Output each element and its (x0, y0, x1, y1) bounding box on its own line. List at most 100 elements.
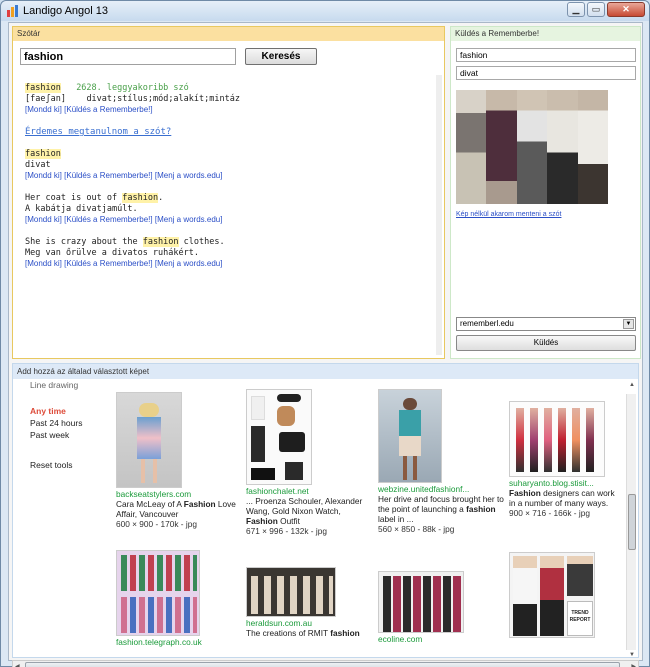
scroll-thumb[interactable] (25, 662, 620, 667)
remember-panel-title: Küldés a Rememberbe! (451, 27, 640, 41)
say-link[interactable]: [Mondd ki] (25, 215, 62, 224)
image-panel-title: Add hozzá az általad választott képet (13, 364, 638, 379)
result-thumbnail[interactable]: TREND REPORT (509, 552, 595, 638)
image-result[interactable]: heraldsun.com.au The creations of RMIT f… (246, 567, 371, 638)
say-link[interactable]: [Mondd ki] (25, 171, 62, 180)
reset-tools-link[interactable]: Reset tools (30, 460, 110, 472)
result-caption: The creations of RMIT (246, 628, 331, 638)
chevron-down-icon[interactable]: ▼ (623, 319, 634, 329)
send-remember-link[interactable]: [Küldés a Rememberbe!] (64, 171, 153, 180)
pair-word: fashion (25, 149, 61, 159)
image-result[interactable]: fashionchalet.net ... Proenza Schouler, … (246, 389, 371, 536)
result-thumbnail[interactable] (378, 389, 442, 483)
remember-word-field[interactable] (456, 48, 636, 62)
result-thumbnail[interactable] (509, 401, 605, 477)
result-thumbnail[interactable] (246, 389, 312, 485)
send-button[interactable]: Küldés (456, 335, 636, 351)
example-sentence: Her coat is out of (25, 193, 123, 203)
scroll-up-icon[interactable]: ▲ (629, 382, 635, 388)
result-caption-bold: Fashion (183, 499, 216, 509)
result-source[interactable]: ecoline.com (378, 634, 503, 644)
search-tools-sidebar: Line drawing Any time Past 24 hours Past… (30, 380, 110, 472)
result-caption-end: Outfit (277, 516, 300, 526)
example-sentence-end: clothes. (178, 237, 225, 247)
example-highlight: fashion (142, 237, 179, 247)
filter-past-24[interactable]: Past 24 hours (30, 418, 110, 430)
dictionary-scrollbar[interactable] (436, 75, 442, 355)
entry-phonetic: [faeʃan] (25, 94, 66, 104)
image-panel: Add hozzá az általad választott képet Li… (12, 363, 639, 658)
words-edu-link[interactable]: [Menj a words.edu] (155, 215, 223, 224)
say-link[interactable]: [Mondd ki] (25, 259, 62, 268)
target-select[interactable]: rememberl.edu ▼ (456, 317, 636, 331)
entry-word: fashion (25, 83, 61, 93)
example-translation: Meg van őrülve a divatos ruhákért. (25, 248, 199, 258)
remember-panel: Küldés a Rememberbe! Kép nélkül akarom m… (450, 26, 641, 359)
entry-meanings: divat;stílus;mód;alakít;mintáz (86, 94, 240, 104)
result-thumbnail[interactable] (116, 550, 200, 636)
result-thumbnail[interactable] (378, 571, 464, 633)
dictionary-panel-title: Szótár (13, 27, 444, 41)
send-remember-link[interactable]: [Küldés a Rememberbe!] (64, 215, 153, 224)
image-result[interactable]: fashion.telegraph.co.uk (116, 550, 241, 647)
result-source[interactable]: fashion.telegraph.co.uk (116, 637, 241, 647)
search-input[interactable] (20, 48, 236, 65)
filter-any-time[interactable]: Any time (30, 406, 110, 418)
result-caption-end: label in ... (378, 514, 414, 524)
words-edu-link[interactable]: [Menj a words.edu] (155, 259, 223, 268)
result-source[interactable]: backseatstylers.com (116, 489, 241, 499)
result-source[interactable]: suharyanto.blog.stisit... (509, 478, 623, 488)
result-meta: 560 × 850 - 88k - jpg (378, 524, 455, 534)
client-area: Szótár Keresés fashion 2628. leggyakorib… (8, 22, 643, 667)
app-logo-icon (7, 5, 19, 17)
scroll-down-icon[interactable]: ▼ (629, 652, 635, 657)
result-caption: ... Proenza Schouler, Alexander Wang, Go… (246, 496, 363, 516)
minimize-icon[interactable]: ▁ (567, 2, 585, 17)
scroll-left-icon[interactable]: ◀ (15, 663, 20, 667)
pair-meaning: divat (25, 160, 51, 170)
filter-line-drawing[interactable]: Line drawing (30, 380, 110, 392)
send-remember-link[interactable]: [Küldés a Rememberbe!] (64, 105, 153, 114)
image-result[interactable]: backseatstylers.com Cara McLeay of A Fas… (116, 392, 241, 529)
result-caption-bold: Fashion (509, 488, 541, 498)
maximize-icon[interactable]: ▭ (587, 2, 605, 17)
result-meta: 900 × 716 - 166k - jpg (509, 508, 590, 518)
result-source[interactable]: webzine.unitedfashionf... (378, 484, 506, 494)
search-button[interactable]: Keresés (245, 48, 317, 65)
scroll-thumb[interactable] (628, 494, 636, 550)
words-edu-link[interactable]: [Menj a words.edu] (155, 171, 223, 180)
example-sentence: She is crazy about the (25, 237, 143, 247)
result-source[interactable]: fashionchalet.net (246, 486, 371, 496)
filter-past-week[interactable]: Past week (30, 430, 110, 442)
image-result[interactable]: webzine.unitedfashionf... Her drive and … (378, 389, 506, 534)
remember-meaning-field[interactable] (456, 66, 636, 80)
trend-report-label: TREND REPORT (567, 601, 593, 636)
image-result[interactable]: TREND REPORT (509, 552, 623, 638)
result-caption-bold: fashion (466, 504, 496, 514)
result-thumbnail[interactable] (246, 567, 336, 617)
send-remember-link[interactable]: [Küldés a Rememberbe!] (64, 259, 153, 268)
image-result[interactable]: ecoline.com (378, 571, 503, 644)
window-title: Landigo Angol 13 (23, 5, 109, 17)
entry-rank: 2628. leggyakoribb szó (76, 83, 189, 93)
no-picture-link[interactable]: Kép nélkül akarom menteni a szót (456, 211, 561, 218)
title-bar: Landigo Angol 13 ▁ ▭ ✕ (1, 1, 649, 21)
close-icon[interactable]: ✕ (607, 2, 645, 17)
example-highlight: fashion (122, 193, 159, 203)
example-sentence-end: . (158, 193, 164, 203)
result-source[interactable]: heraldsun.com.au (246, 618, 371, 628)
image-horizontal-scrollbar[interactable]: ◀ ▶ (12, 660, 639, 667)
dictionary-results: fashion 2628. leggyakoribb szó [faeʃan] … (25, 83, 425, 270)
image-result[interactable]: suharyanto.blog.stisit... Fashion design… (509, 401, 623, 518)
result-caption: Cara McLeay of A (116, 499, 184, 509)
result-thumbnail[interactable] (116, 392, 182, 488)
result-caption-bold: fashion (330, 628, 360, 638)
target-select-value: rememberl.edu (460, 319, 514, 328)
scroll-right-icon[interactable]: ▶ (631, 663, 636, 667)
remember-selected-image[interactable] (456, 90, 608, 204)
say-link[interactable]: [Mondd ki] (25, 105, 62, 114)
dictionary-panel: Szótár Keresés fashion 2628. leggyakorib… (12, 26, 445, 359)
result-caption-bold: Fashion (246, 516, 278, 526)
image-vertical-scrollbar[interactable]: ▲ ▼ (626, 382, 636, 657)
ask-learn-link[interactable]: Érdemes megtanulnom a szót? (25, 127, 425, 138)
